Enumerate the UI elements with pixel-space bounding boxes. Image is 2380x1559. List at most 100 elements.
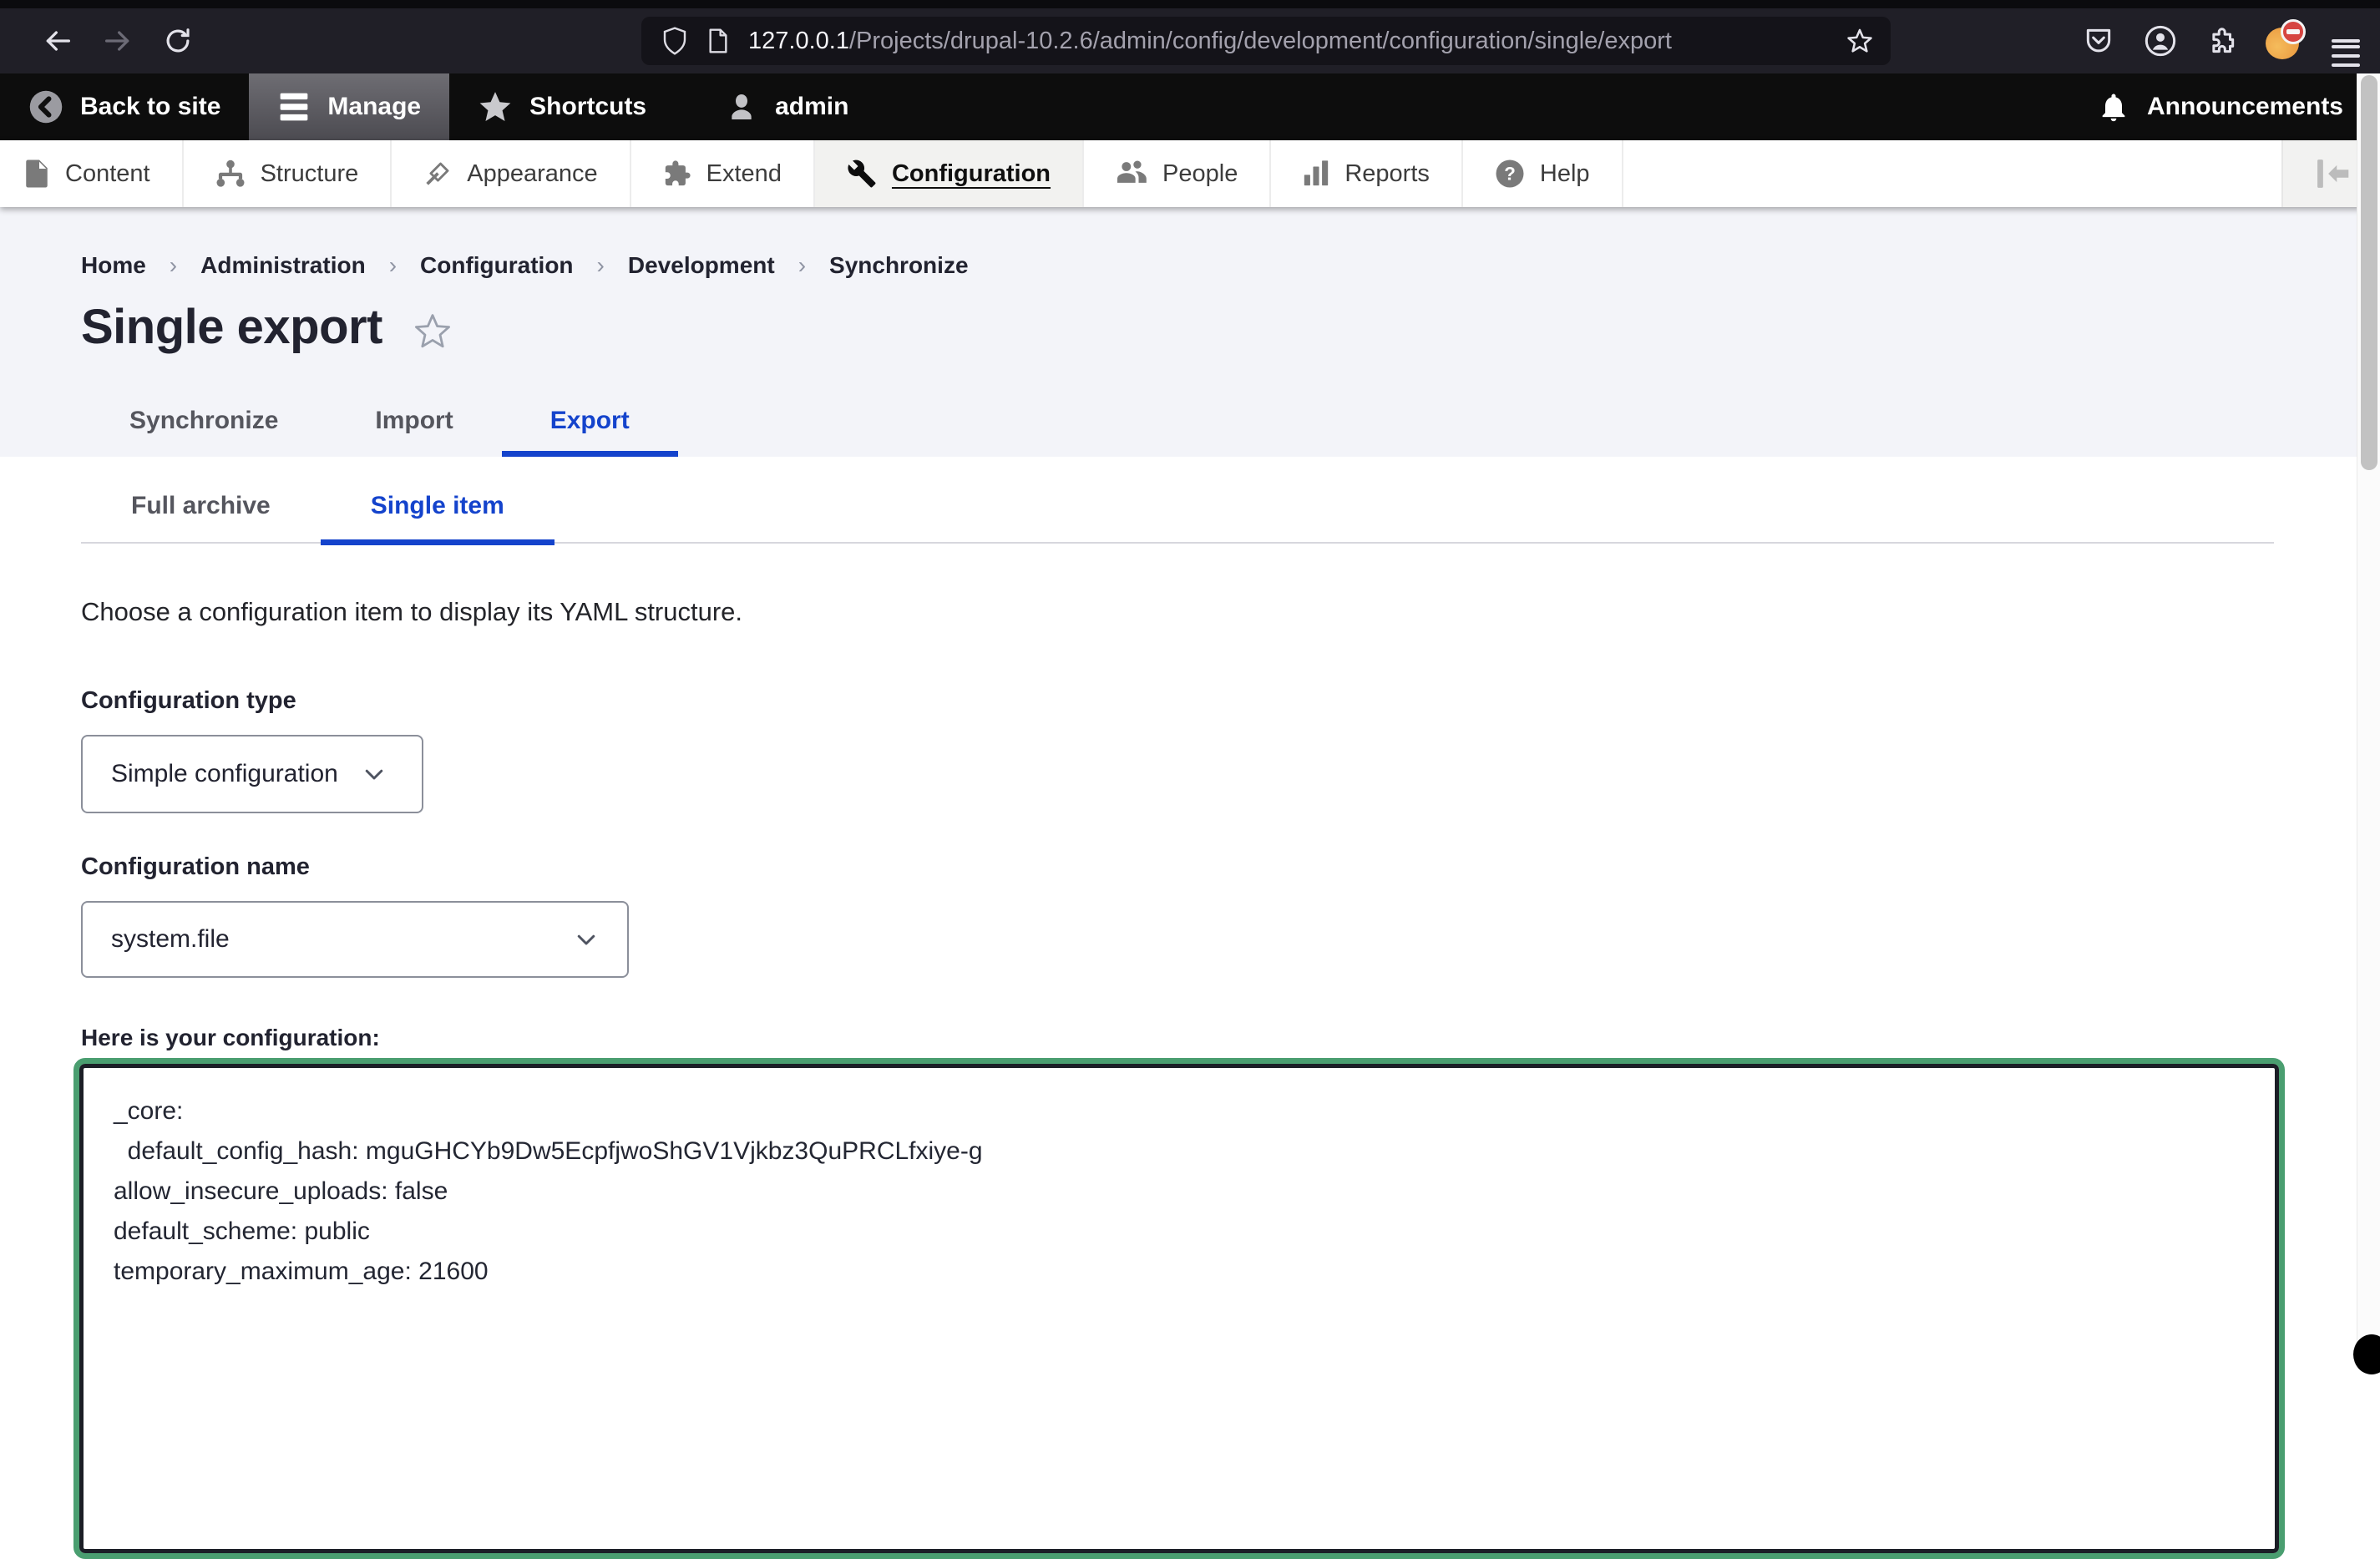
page-header: Home › Administration › Configuration › … — [0, 207, 2380, 457]
breadcrumb: Home › Administration › Configuration › … — [81, 252, 2380, 279]
back-to-site-button[interactable]: Back to site — [0, 73, 249, 140]
tab-label: Export — [550, 407, 630, 435]
bar-chart-icon — [1303, 159, 1329, 188]
configuration-name-label: Configuration name — [81, 853, 2380, 881]
admin-toolbar: Back to site Manage Shortcuts admin Anno… — [0, 73, 2380, 140]
page-title: Single export — [81, 299, 382, 355]
shortcuts-button[interactable]: Shortcuts — [449, 73, 675, 140]
shortcuts-star-icon — [478, 89, 513, 124]
menu-item-label: Configuration — [892, 160, 1051, 188]
breadcrumb-separator: › — [798, 252, 806, 279]
favorite-star-icon[interactable] — [413, 311, 453, 351]
puzzle-icon — [663, 159, 691, 188]
main-content: Full archive Single item Choose a config… — [0, 470, 2380, 1559]
manage-button[interactable]: Manage — [249, 73, 449, 140]
url-path: /Projects/drupal-10.2.6/admin/config/dev… — [849, 28, 1672, 54]
configuration-type-select[interactable]: Simple configuration — [81, 735, 423, 813]
primary-tabs: Synchronize Import Export — [81, 385, 2380, 457]
account-button[interactable] — [2141, 22, 2180, 60]
announcements-button[interactable]: Announcements — [2069, 73, 2380, 140]
scrollbar-thumb[interactable] — [2361, 75, 2377, 470]
tab-export[interactable]: Export — [502, 385, 678, 457]
breadcrumb-link-home[interactable]: Home — [81, 252, 146, 279]
breadcrumb-link-synchronize[interactable]: Synchronize — [829, 252, 968, 279]
menu-item-help[interactable]: ? Help — [1463, 140, 1623, 207]
breadcrumb-link-administration[interactable]: Administration — [200, 252, 366, 279]
admin-menu-bar: Content Structure Appearance Extend Conf… — [0, 140, 2380, 207]
menu-item-label: People — [1162, 160, 1238, 188]
manage-menu-icon — [277, 92, 311, 122]
menu-item-label: Help — [1540, 160, 1590, 188]
firefox-extension-badge-button[interactable] — [2265, 22, 2303, 60]
menu-item-label: Appearance — [467, 160, 597, 188]
configuration-type-value: Simple configuration — [111, 760, 338, 788]
help-icon: ? — [1495, 159, 1525, 189]
tab-label: Synchronize — [129, 407, 278, 435]
sitemap-icon — [215, 159, 246, 188]
breadcrumb-link-development[interactable]: Development — [628, 252, 775, 279]
page-scrollbar[interactable] — [2357, 73, 2380, 1363]
configuration-name-value: system.file — [111, 925, 230, 954]
intro-text: Choose a configuration item to display i… — [81, 597, 2380, 627]
escape-admin-icon — [28, 89, 63, 124]
yaml-textarea[interactable]: _core: default_config_hash: mguGHCYb9Dw5… — [79, 1064, 2279, 1553]
url-host: 127.0.0.1 — [748, 28, 849, 54]
menu-item-content[interactable]: Content — [0, 140, 184, 207]
configuration-type-label: Configuration type — [81, 687, 2380, 715]
menu-item-reports[interactable]: Reports — [1271, 140, 1463, 207]
chevron-down-icon — [362, 762, 387, 787]
admin-user-button[interactable]: admin — [696, 73, 877, 140]
collapse-arrow-icon — [2313, 157, 2350, 190]
shield-icon[interactable] — [661, 26, 688, 56]
yaml-textarea-focus-ring: _core: default_config_hash: mguGHCYb9Dw5… — [73, 1058, 2285, 1559]
firefox-badge-icon — [2266, 23, 2302, 59]
pocket-button[interactable] — [2079, 22, 2118, 60]
svg-text:?: ? — [1504, 164, 1516, 185]
breadcrumb-separator: › — [170, 252, 177, 279]
tab-label: Single item — [371, 492, 504, 520]
back-arrow-icon — [41, 24, 74, 58]
menu-item-label: Reports — [1344, 160, 1430, 188]
menu-item-structure[interactable]: Structure — [184, 140, 392, 207]
tab-synchronize[interactable]: Synchronize — [81, 385, 327, 457]
url-bar[interactable]: 127.0.0.1/Projects/drupal-10.2.6/admin/c… — [641, 17, 1891, 65]
brush-icon — [423, 159, 452, 188]
breadcrumb-separator: › — [389, 252, 397, 279]
menu-item-extend[interactable]: Extend — [631, 140, 815, 207]
tab-label: Full archive — [131, 492, 271, 520]
url-text: 127.0.0.1/Projects/drupal-10.2.6/admin/c… — [748, 28, 1672, 55]
menu-item-appearance[interactable]: Appearance — [392, 140, 630, 207]
back-to-site-label: Back to site — [80, 93, 220, 121]
extensions-button[interactable] — [2203, 22, 2241, 60]
people-icon — [1116, 159, 1147, 188]
configuration-name-select[interactable]: system.file — [81, 901, 629, 978]
chevron-down-icon — [574, 927, 599, 952]
menu-item-configuration[interactable]: Configuration — [815, 140, 1084, 207]
browser-forward-button[interactable] — [94, 17, 142, 65]
tab-import[interactable]: Import — [327, 385, 501, 457]
menu-item-label: Content — [65, 160, 150, 188]
breadcrumb-separator: › — [597, 252, 605, 279]
configuration-output-label: Here is your configuration: — [81, 1025, 2380, 1051]
hamburger-menu-icon — [2332, 39, 2360, 43]
announcements-label: Announcements — [2147, 93, 2343, 121]
reload-icon — [162, 25, 194, 57]
wrench-icon — [847, 159, 877, 189]
breadcrumb-link-configuration[interactable]: Configuration — [420, 252, 574, 279]
menu-item-label: Structure — [261, 160, 359, 188]
browser-menu-button[interactable] — [2327, 22, 2365, 60]
browser-chrome: 127.0.0.1/Projects/drupal-10.2.6/admin/c… — [0, 0, 2380, 73]
forward-arrow-icon — [101, 24, 134, 58]
page-info-icon[interactable] — [706, 28, 730, 54]
tab-full-archive[interactable]: Full archive — [81, 470, 321, 542]
manage-label: Manage — [327, 93, 421, 121]
menu-item-people[interactable]: People — [1084, 140, 1271, 207]
tab-single-item[interactable]: Single item — [321, 470, 554, 542]
bell-icon — [2097, 90, 2130, 124]
user-icon — [725, 90, 758, 124]
bookmark-star-icon[interactable] — [1846, 27, 1874, 55]
browser-reload-button[interactable] — [154, 17, 202, 65]
browser-back-button[interactable] — [33, 17, 82, 65]
menu-item-label: Extend — [706, 160, 782, 188]
file-icon — [23, 159, 50, 189]
